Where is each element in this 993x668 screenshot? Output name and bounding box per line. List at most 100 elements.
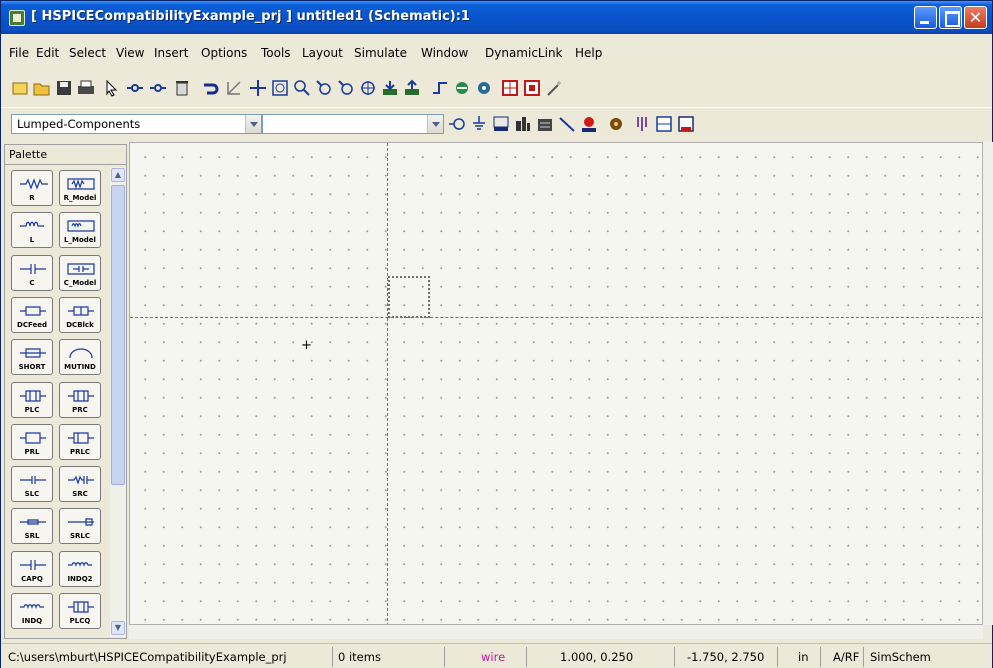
menu-view[interactable]: View [116, 46, 144, 60]
menu-insert[interactable]: Insert [154, 46, 188, 60]
flip-icon[interactable] [453, 79, 471, 97]
component-combo[interactable] [262, 114, 444, 134]
palette-item-prl[interactable]: PRL [11, 423, 53, 460]
port-icon[interactable] [448, 115, 466, 133]
menu-simulate[interactable]: Simulate [354, 46, 407, 60]
status-app: SimSchem [863, 647, 988, 667]
indq2-symbol-icon [68, 561, 92, 567]
select-arrow-icon[interactable] [103, 79, 121, 97]
var-icon[interactable] [492, 115, 510, 133]
insert-pin-icon[interactable] [126, 79, 144, 97]
chevron-down-icon[interactable] [245, 115, 261, 133]
status-coord1: 1.000, 0.250 [526, 647, 674, 667]
menu-options[interactable]: Options [201, 46, 247, 60]
palette-item-plcq[interactable]: PLCQ [59, 593, 101, 629]
mutind-symbol-icon [69, 348, 93, 359]
new-file-icon[interactable] [11, 79, 29, 97]
palette-item-c-model[interactable]: C_Model [59, 254, 101, 291]
palette-item-short[interactable]: SHORT [11, 339, 53, 376]
grid-icon[interactable] [501, 79, 519, 97]
palette-item-src[interactable]: SRC [59, 466, 101, 503]
menu-dynamiclink[interactable]: DynamicLink [485, 46, 563, 60]
move-icon[interactable] [249, 79, 267, 97]
wire-line-icon[interactable] [558, 115, 576, 133]
pop-up-icon[interactable] [403, 79, 421, 97]
palette-item-indq2[interactable]: INDQ2 [59, 550, 101, 587]
application-window: [ HSPICECompatibilityExample_prj ] untit… [0, 0, 993, 668]
magic-wand-icon[interactable] [546, 79, 564, 97]
zoom-box-icon[interactable] [271, 79, 289, 97]
palette-item-srlc[interactable]: SRLC [59, 508, 101, 545]
rotate-component-icon[interactable] [475, 79, 493, 97]
c-model-symbol-icon [67, 262, 95, 275]
palette-scrollbar[interactable]: ▲ ▼ [110, 167, 126, 637]
optimize-icon[interactable] [633, 115, 651, 133]
menu-help[interactable]: Help [575, 46, 602, 60]
palette-item-l-model[interactable]: L_Model [59, 212, 101, 249]
app-icon[interactable] [9, 10, 25, 26]
palette-item-plc[interactable]: PLC [11, 381, 53, 418]
menu-file[interactable]: File [9, 46, 29, 60]
zoom-all-icon[interactable] [359, 79, 377, 97]
print-icon[interactable] [77, 79, 95, 97]
palette-item-srl[interactable]: SRL [11, 508, 53, 545]
scrollbar-thumb[interactable] [111, 185, 125, 485]
minimize-button[interactable] [914, 6, 937, 29]
menu-tools[interactable]: Tools [261, 46, 291, 60]
tune-icon[interactable] [607, 115, 625, 133]
library-combo[interactable]: Lumped-Components [11, 114, 262, 134]
status-units: in [777, 647, 820, 667]
canvas-horizontal-scrollbar[interactable] [129, 625, 983, 639]
menu-select[interactable]: Select [69, 46, 106, 60]
menu-window[interactable]: Window [421, 46, 468, 60]
title-bar[interactable]: [ HSPICECompatibilityExample_prj ] untit… [1, 1, 992, 34]
palette-item-prc[interactable]: PRC [59, 381, 101, 418]
snap-icon[interactable] [523, 79, 541, 97]
prlc-symbol-icon [68, 432, 94, 444]
y-axis-line [387, 143, 388, 624]
palette-item-mutind[interactable]: MUTIND [59, 339, 101, 376]
palette-item-c[interactable]: C [11, 254, 53, 291]
palette-item-indq[interactable]: INDQ [11, 593, 53, 629]
chevron-down-icon[interactable] [427, 115, 443, 133]
open-folder-icon[interactable] [33, 79, 51, 97]
palette-item-capq[interactable]: CAPQ [11, 550, 53, 587]
close-button[interactable]: ✕ [964, 6, 987, 29]
save-icon[interactable] [55, 79, 73, 97]
palette-item-label: SHORT [18, 363, 46, 372]
vna-icon[interactable] [514, 115, 532, 133]
palette-item-r-model[interactable]: R_Model [59, 170, 101, 206]
undo-icon[interactable] [201, 79, 219, 97]
palette-item-label: PLCQ [69, 617, 91, 625]
name-icon[interactable] [580, 115, 598, 133]
zoom-fit-icon[interactable] [337, 79, 355, 97]
palette-item-dcfeed[interactable]: DCFeed [11, 296, 53, 333]
zoom-out-icon[interactable] [315, 79, 333, 97]
menu-layout[interactable]: Layout [302, 46, 343, 60]
push-down-icon[interactable] [381, 79, 399, 97]
scroll-up-icon[interactable]: ▲ [111, 168, 125, 182]
delete-icon[interactable] [173, 79, 191, 97]
maximize-button[interactable] [939, 6, 962, 29]
simulate-icon[interactable] [536, 115, 554, 133]
srlc-symbol-icon [68, 518, 94, 526]
palette-item-label: SRLC [69, 532, 91, 541]
main-toolbar [1, 71, 992, 105]
palette-item-prlc[interactable]: PRLC [59, 423, 101, 460]
insert-pin-group-icon[interactable] [149, 79, 167, 97]
palette-item-dcblck[interactable]: DCBlck [59, 296, 101, 333]
display-icon[interactable] [655, 115, 673, 133]
schematic-canvas[interactable]: + [129, 142, 983, 625]
palette-item-l[interactable]: L [11, 212, 53, 249]
rotate-icon[interactable] [225, 79, 243, 97]
palette-item-slc[interactable]: SLC [11, 466, 53, 503]
canvas-vertical-scrollbar[interactable] [983, 142, 993, 625]
palette-item-r[interactable]: R [11, 170, 53, 206]
srl-symbol-icon [20, 519, 46, 525]
datasheet-icon[interactable] [677, 115, 695, 133]
zoom-in-icon[interactable] [293, 79, 311, 97]
ground-icon[interactable] [470, 115, 488, 133]
menu-edit[interactable]: Edit [36, 46, 59, 60]
wire-icon[interactable] [431, 79, 449, 97]
scroll-down-icon[interactable]: ▼ [111, 621, 125, 635]
